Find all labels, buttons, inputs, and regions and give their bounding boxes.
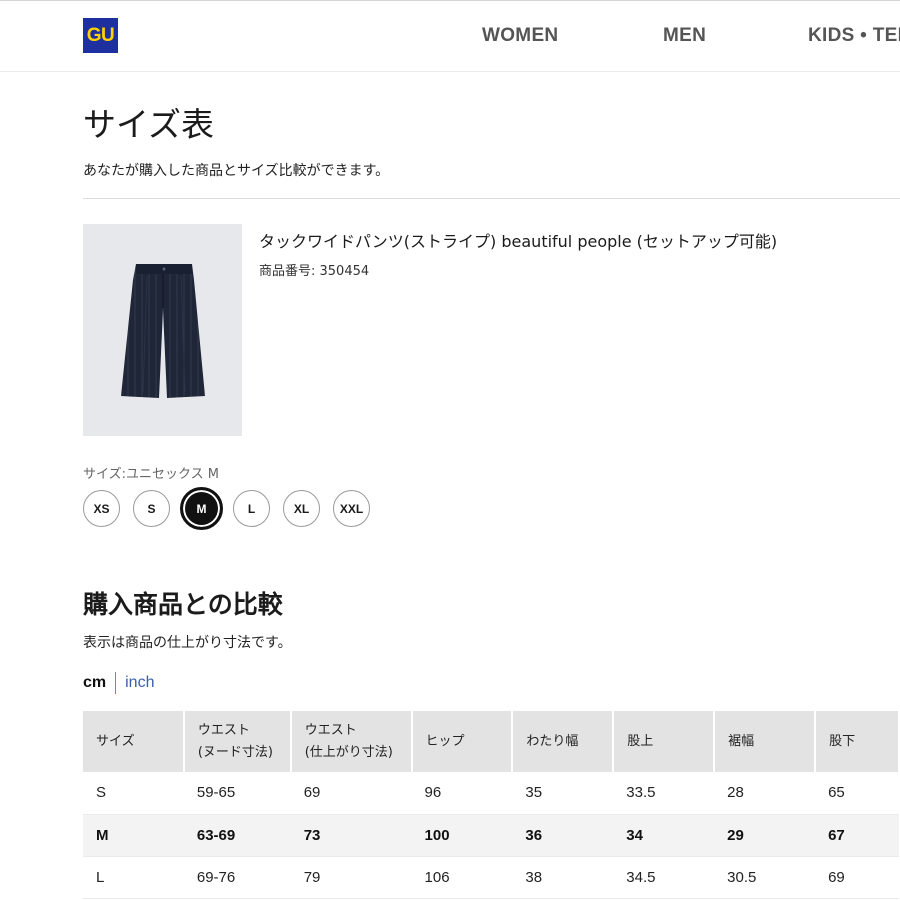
table-cell: 38 <box>525 868 543 886</box>
table-cell: 34 <box>613 814 715 856</box>
table-row-selected: M 63-69 73 100 36 34 29 67 <box>83 814 899 856</box>
header-rise: 股上 <box>613 711 716 772</box>
unit-toggle: cm inch <box>83 672 154 694</box>
table-cell: 73 <box>290 814 412 856</box>
gu-logo[interactable]: GU <box>83 18 118 53</box>
table-cell: 59-65 <box>196 784 236 802</box>
table-cell: L <box>96 868 105 886</box>
nav-men[interactable]: MEN <box>663 25 706 47</box>
header-inseam: 股下 <box>815 711 900 772</box>
divider <box>83 198 900 199</box>
header-hip: ヒップ <box>411 711 514 772</box>
unit-cm[interactable]: cm <box>83 674 106 692</box>
logo-text: GU <box>86 24 115 46</box>
page-title: サイズ表 <box>83 105 215 144</box>
table-cell: 35 <box>525 784 543 802</box>
table-row: L 69-76 79 106 38 34.5 30.5 69 <box>83 856 899 898</box>
table-cell: 63-69 <box>183 814 291 856</box>
size-table: サイズ ウエスト (ヌード寸法) ウエスト (仕上がり寸法) ヒップ わたり幅 股上… <box>83 711 900 899</box>
table-cell: 69 <box>828 868 845 886</box>
header-waist-nude: ウエスト (ヌード寸法) <box>183 711 292 772</box>
table-cell: 29 <box>714 814 816 856</box>
table-cell: 30.5 <box>727 868 757 886</box>
table-cell: 100 <box>411 814 513 856</box>
header-label-sub: (ヌード寸法) <box>197 744 274 760</box>
table-row: S 59-65 69 96 35 33.5 28 65 <box>83 772 899 814</box>
header-size: サイズ <box>83 711 185 772</box>
header-label: 股下 <box>829 733 856 749</box>
table-cell: 69 <box>303 784 321 802</box>
comparison-subtitle: 表示は商品の仕上がり寸法です。 <box>83 635 292 651</box>
table-cell: 34.5 <box>626 868 656 886</box>
table-cell: M <box>83 814 184 856</box>
header-thigh-width: わたり幅 <box>512 711 615 772</box>
wide-pants-image <box>121 264 205 398</box>
size-chip-s[interactable]: S <box>133 490 170 527</box>
table-cell: 65 <box>828 784 845 802</box>
table-header-row: サイズ ウエスト (ヌード寸法) ウエスト (仕上がり寸法) ヒップ わたり幅 股上… <box>83 711 900 772</box>
nav-kids-teen[interactable]: KIDS • TEE <box>808 25 900 47</box>
product-name: タックワイドパンツ(ストライプ) beautiful people (セットアッ… <box>259 232 778 251</box>
table-cell: 96 <box>424 784 442 802</box>
header-label: 裾幅 <box>728 733 755 749</box>
unit-inch-link[interactable]: inch <box>125 674 154 692</box>
product-id: 商品番号: 350454 <box>259 264 370 279</box>
table-cell: 79 <box>303 868 321 886</box>
size-label: サイズ:ユニセックス M <box>83 467 219 482</box>
size-chip-m[interactable]: M <box>180 487 223 530</box>
table-cell: 28 <box>727 784 744 802</box>
nav-women[interactable]: WOMEN <box>482 25 558 47</box>
size-chip-xl[interactable]: XL <box>283 490 320 527</box>
header-label: わたり幅 <box>526 733 579 749</box>
table-cell: S <box>96 784 107 802</box>
table-cell: 67 <box>815 814 899 856</box>
header-label: ウエスト <box>197 722 250 738</box>
size-chip-l[interactable]: L <box>233 490 270 527</box>
size-selector: XS S M L XL XXL <box>83 487 370 530</box>
header-hem-width: 裾幅 <box>714 711 817 772</box>
header-label: ウエスト <box>304 722 357 738</box>
header-waist-finished: ウエスト (仕上がり寸法) <box>290 711 413 772</box>
header-label: サイズ <box>96 733 135 749</box>
size-chip-xxl[interactable]: XXL <box>333 490 370 527</box>
table-cell: 106 <box>424 868 450 886</box>
product-image <box>83 224 242 436</box>
size-chip-xs[interactable]: XS <box>83 490 120 527</box>
header-label: 股上 <box>627 733 654 749</box>
header-label-sub: (仕上がり寸法) <box>304 744 393 760</box>
header-label: ヒップ <box>425 733 465 749</box>
page-subtitle: あなたが購入した商品とサイズ比較ができます。 <box>83 163 390 179</box>
table-cell: 33.5 <box>626 784 656 802</box>
unit-separator <box>115 672 117 694</box>
top-navigation: GU WOMEN MEN KIDS • TEE <box>0 0 900 72</box>
table-cell: 69-76 <box>196 868 236 886</box>
table-cell: 36 <box>512 814 614 856</box>
comparison-title: 購入商品との比較 <box>83 590 283 619</box>
